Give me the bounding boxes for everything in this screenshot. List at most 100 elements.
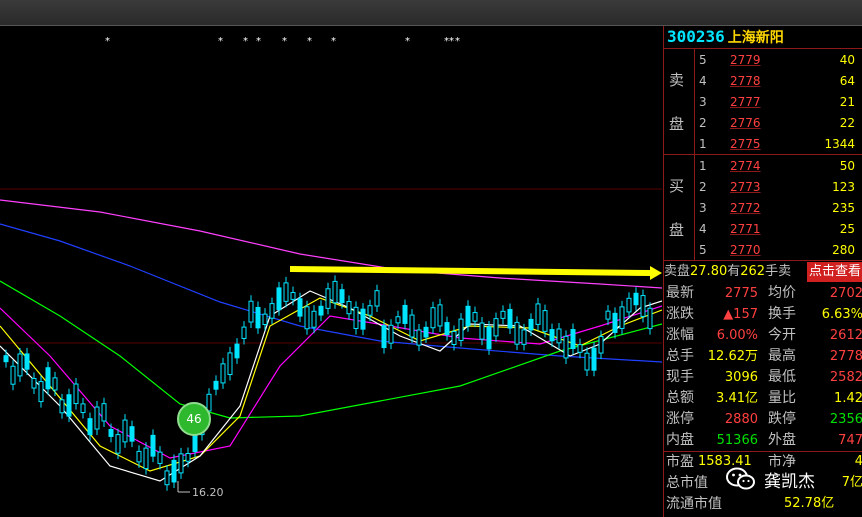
sell-row-3[interactable]: 3 2777 21: [694, 92, 862, 113]
price[interactable]: 2778: [730, 71, 761, 92]
price[interactable]: 2772: [730, 198, 761, 219]
buy-row-3[interactable]: 3 2772 235: [694, 198, 862, 219]
price[interactable]: 2776: [730, 113, 761, 134]
level: 2: [699, 180, 707, 194]
candle: [409, 314, 415, 338]
kline-chart[interactable]: * * * * * * * * * * * 16.20: [0, 26, 662, 517]
candle: [535, 303, 541, 325]
event-marker: *: [105, 36, 110, 47]
candle: [458, 318, 464, 342]
candle: [402, 304, 408, 324]
sell-row-1[interactable]: 1 2775 1344: [694, 134, 862, 155]
candle: [353, 306, 359, 329]
price[interactable]: 2773: [730, 177, 761, 198]
valuation-row: 流通市值 52.78亿: [664, 494, 862, 514]
wechat-icon: [726, 467, 755, 490]
candle: [647, 307, 653, 330]
candle: [612, 312, 618, 333]
sell-label-1: 卖: [669, 71, 685, 89]
candle: [591, 347, 597, 371]
price[interactable]: 2775: [730, 134, 761, 155]
candle: [444, 322, 450, 336]
quote-value: 1.42: [834, 391, 862, 406]
quote-label: 换手: [768, 306, 796, 322]
ma20-line: [0, 305, 662, 459]
quote-row: 总额 3.41亿 量比 1.42: [664, 388, 862, 409]
volume: 1344: [824, 137, 855, 151]
volume: 235: [832, 201, 855, 215]
sell-row-5[interactable]: 5 2779 40: [694, 50, 862, 71]
candle: [52, 377, 58, 391]
sell-side-label: 卖 盘: [664, 49, 695, 154]
quote-label: 现手: [666, 369, 694, 385]
ma120-line: [0, 223, 662, 363]
candle: [479, 322, 485, 340]
valuation-value: 52.78亿: [784, 496, 835, 511]
candle: [192, 434, 198, 452]
quote-label: 总手: [666, 348, 694, 364]
price[interactable]: 2779: [730, 50, 761, 71]
event-marker: *: [449, 36, 454, 47]
candle: [549, 329, 555, 342]
event-marker: *: [405, 36, 410, 47]
candle: [528, 318, 534, 331]
stock-name: 上海新阳: [727, 30, 784, 46]
order-tip[interactable]: 卖盘27.80有262手卖 点击查看: [664, 262, 862, 282]
candle: [633, 292, 639, 306]
quote-label: 最高: [768, 348, 796, 364]
event-marker: *: [218, 36, 223, 47]
buy-row-2[interactable]: 2 2773 123: [694, 177, 862, 198]
buy-row-1[interactable]: 1 2774 50: [694, 156, 862, 177]
speed-badge[interactable]: 46: [177, 402, 211, 436]
candle: [45, 367, 51, 390]
quote-row: 涨幅 6.00% 今开 2612: [664, 325, 862, 346]
quote-value: 2775: [724, 286, 758, 301]
volume: 22: [839, 116, 855, 130]
quote-value: 6.63%: [821, 307, 862, 322]
candle: [367, 305, 373, 316]
quote-value: 2612: [829, 328, 862, 343]
candle: [486, 326, 492, 350]
candle: [94, 406, 100, 430]
watermark: 龚凯杰: [726, 463, 815, 495]
volume: 280: [832, 243, 855, 257]
candle: [115, 434, 121, 454]
quote-value: 3.41亿: [716, 391, 758, 406]
price[interactable]: 2774: [730, 156, 761, 177]
quote-value: 12.62万: [707, 349, 758, 364]
quote-label: 最低: [768, 369, 796, 385]
candle: [262, 313, 268, 326]
level: 5: [699, 243, 707, 257]
valuation-label: 流通市值: [666, 496, 722, 512]
quote-value: 6.00%: [716, 328, 758, 343]
candle: [451, 330, 457, 345]
candle: [346, 301, 352, 315]
buy-row-4[interactable]: 4 2771 25: [694, 219, 862, 240]
valuation-value: 7亿: [841, 475, 862, 490]
sell-row-4[interactable]: 4 2778 64: [694, 71, 862, 92]
candle: [290, 292, 296, 300]
candle: [507, 308, 513, 329]
price[interactable]: 2770: [730, 240, 761, 261]
volume: 64: [839, 74, 855, 88]
top-toolbar: [0, 0, 862, 26]
quote-label: 量比: [768, 390, 796, 406]
candle: [171, 459, 177, 483]
tip-volume: 262: [740, 264, 766, 279]
price[interactable]: 2771: [730, 219, 761, 240]
view-button[interactable]: 点击查看: [806, 262, 862, 282]
buy-side-label: 买 盘: [664, 155, 695, 260]
candle: [17, 353, 23, 377]
candle: [430, 307, 436, 329]
buy-row-5[interactable]: 5 2770 280: [694, 240, 862, 261]
event-marker: *: [282, 36, 287, 47]
level: 4: [699, 222, 707, 236]
stock-header[interactable]: 300236 上海新阳: [664, 26, 862, 49]
quote-value: 2880: [724, 412, 758, 427]
sell-row-2[interactable]: 2 2776 22: [694, 113, 862, 134]
quote-value: 2702: [829, 286, 862, 301]
candle: [556, 328, 562, 344]
price[interactable]: 2777: [730, 92, 761, 113]
candle: [416, 329, 422, 346]
candle: [626, 297, 632, 313]
